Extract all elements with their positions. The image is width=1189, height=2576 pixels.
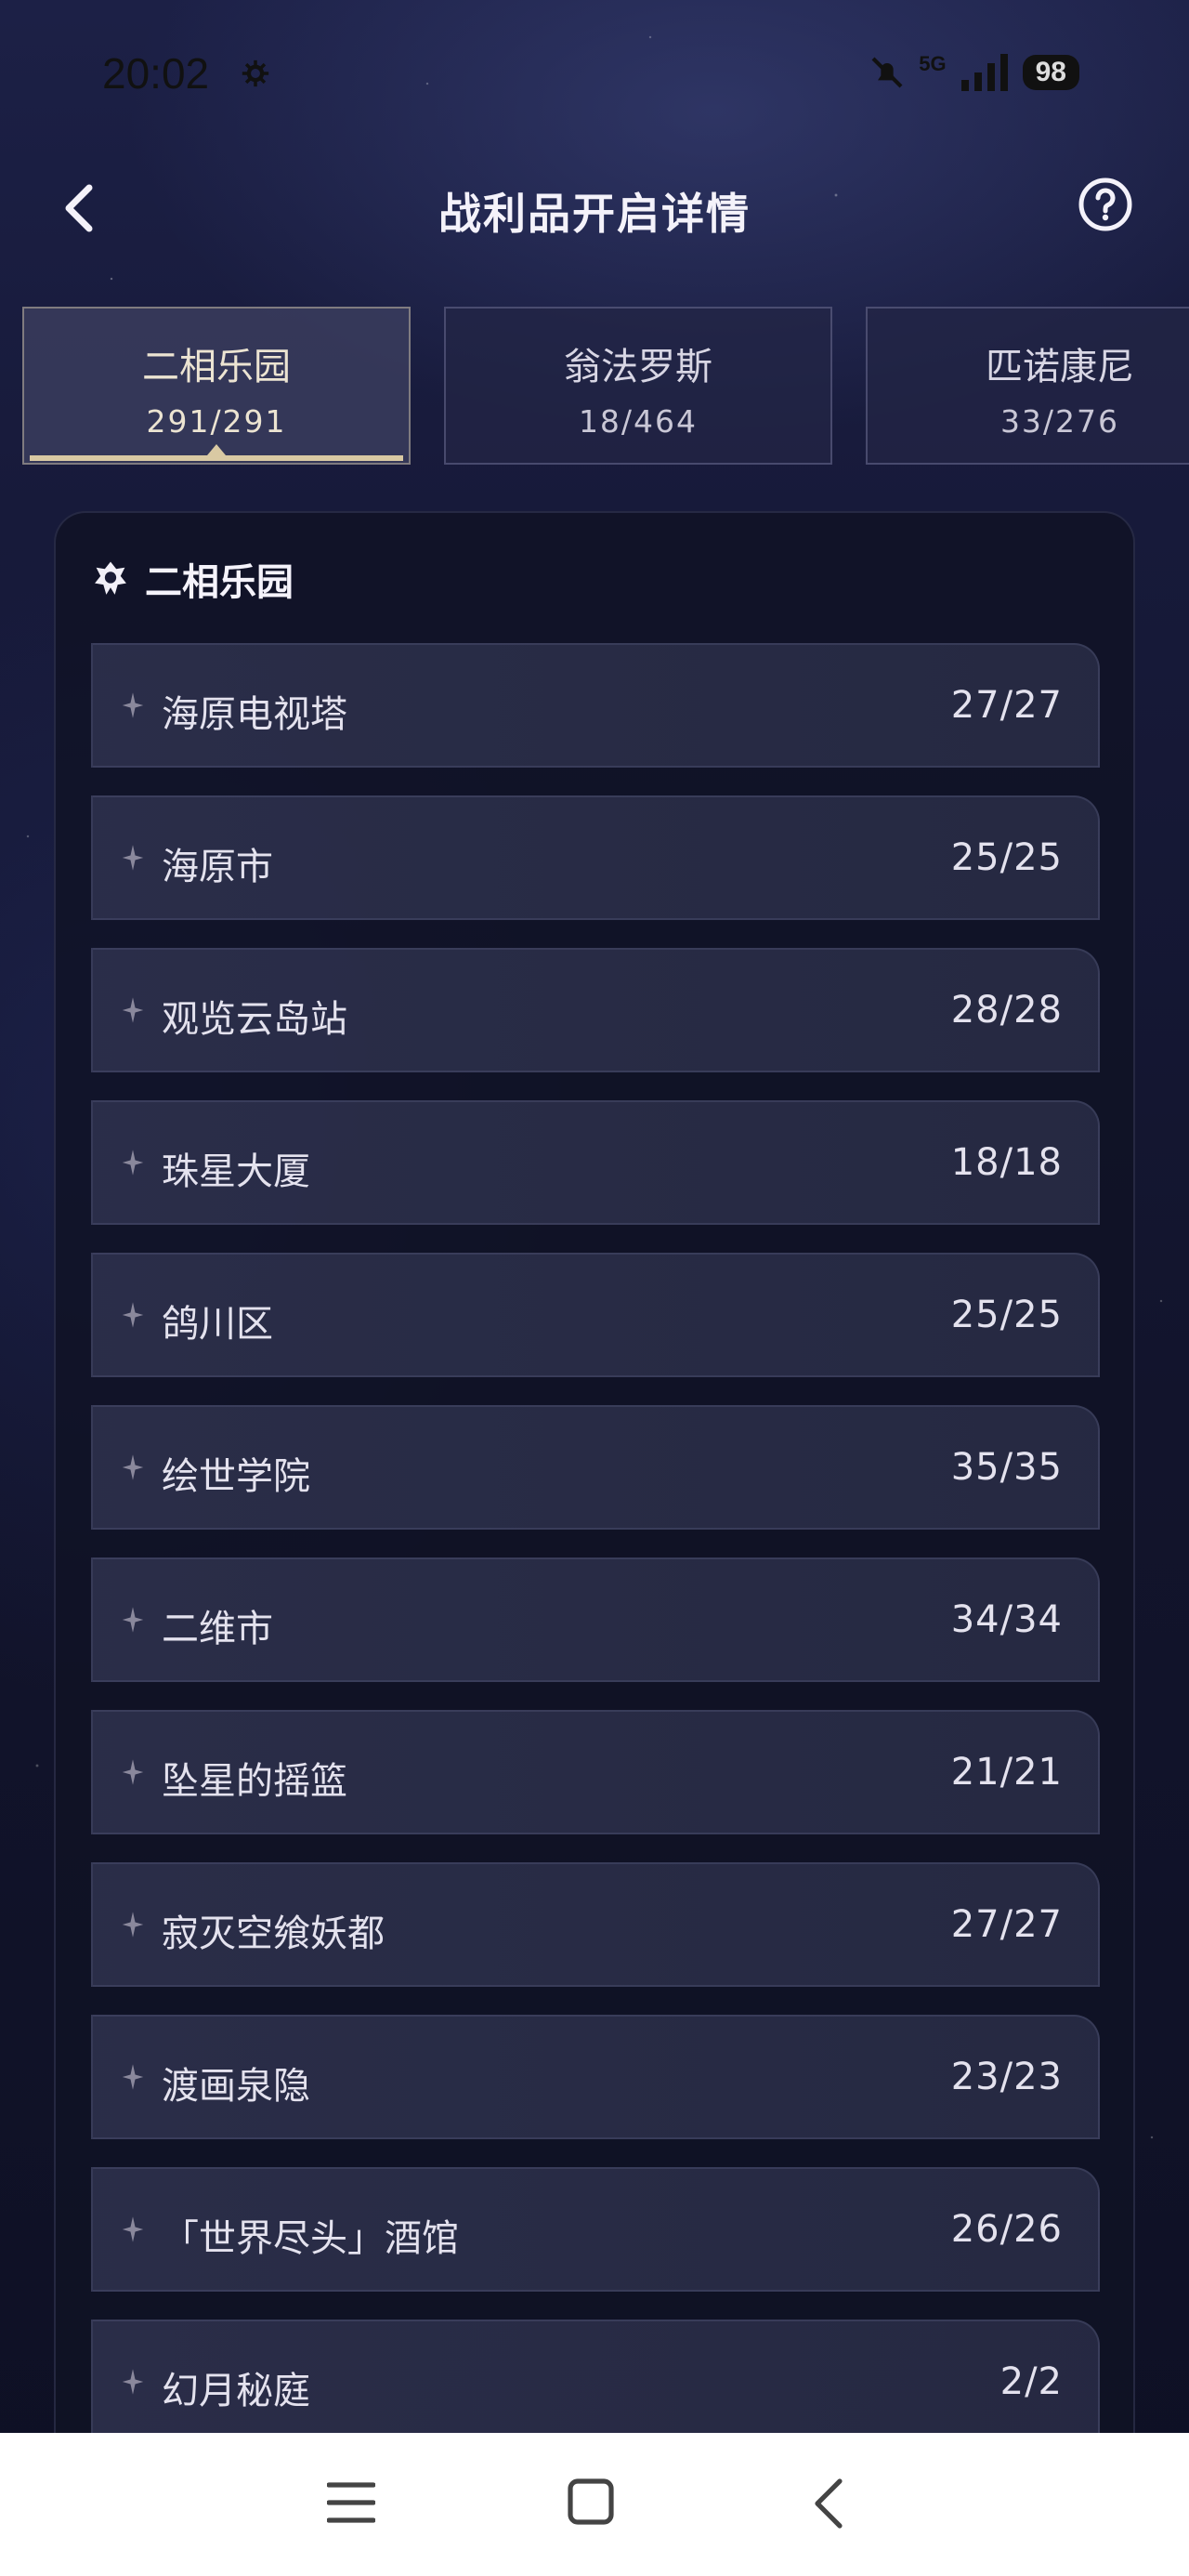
item-count: 2/2 xyxy=(1000,2360,1063,2403)
item-name: 二维市 xyxy=(162,1608,273,1650)
menu-icon[interactable] xyxy=(327,2481,375,2524)
help-button[interactable] xyxy=(1078,177,1133,232)
item-count: 35/35 xyxy=(950,1446,1063,1489)
list-item[interactable]: 鸽川区 25/25 xyxy=(91,1253,1100,1377)
item-count: 21/21 xyxy=(950,1751,1063,1794)
star-bullet-icon xyxy=(122,1912,144,1938)
world-tabs: 二相乐园 291/291 翁法罗斯 18/464 匹诺康尼 33/276 xyxy=(22,307,1189,467)
status-time: 20:02 xyxy=(102,49,210,98)
list-item[interactable]: 寂灭空飨妖都 27/27 xyxy=(91,1862,1100,1987)
item-name: 海原电视塔 xyxy=(162,693,347,736)
region-title: 二相乐园 xyxy=(145,561,294,604)
mute-bell-icon xyxy=(871,57,903,88)
signal-strength-icon xyxy=(960,54,1008,91)
star-bullet-icon xyxy=(122,2369,144,2395)
list-item[interactable]: 「世界尽头」酒馆 26/26 xyxy=(91,2167,1100,2292)
tab-count: 291/291 xyxy=(146,403,287,440)
star-bullet-icon xyxy=(122,1150,144,1176)
item-count: 25/25 xyxy=(950,1294,1063,1336)
item-count: 28/28 xyxy=(950,989,1063,1032)
item-name: 渡画泉隐 xyxy=(162,2065,310,2108)
home-square-icon[interactable] xyxy=(567,2477,615,2526)
star-bullet-icon xyxy=(122,1454,144,1480)
star-bullet-icon xyxy=(122,1607,144,1633)
tab-ersiang-park[interactable]: 二相乐园 291/291 xyxy=(22,307,411,465)
battery-level: 98 xyxy=(1022,55,1079,90)
item-count: 25/25 xyxy=(950,836,1063,879)
settings-gear-icon xyxy=(242,59,269,87)
list-item[interactable]: 二维市 34/34 xyxy=(91,1557,1100,1682)
tab-name: 二相乐园 xyxy=(142,346,291,388)
item-count: 27/27 xyxy=(950,1903,1063,1946)
star-bullet-icon xyxy=(122,692,144,718)
tab-count: 33/276 xyxy=(1000,403,1120,440)
page-title: 战利品开启详情 xyxy=(438,189,751,239)
tab-name: 翁法罗斯 xyxy=(564,346,712,388)
tab-penacony[interactable]: 匹诺康尼 33/276 xyxy=(866,307,1189,465)
star-bullet-icon xyxy=(122,2064,144,2090)
status-indicators: 5G 98 xyxy=(869,52,1079,93)
star-bullet-icon xyxy=(122,997,144,1023)
item-name: 观览云岛站 xyxy=(162,998,347,1041)
list-item[interactable]: 绘世学院 35/35 xyxy=(91,1405,1100,1530)
item-name: 「世界尽头」酒馆 xyxy=(162,2217,459,2260)
star-bullet-icon xyxy=(122,1759,144,1785)
tab-count: 18/464 xyxy=(578,403,699,440)
list-item[interactable]: 海原市 25/25 xyxy=(91,795,1100,920)
location-list: 海原电视塔 27/27 海原市 25/25 观览云岛站 28/28 珠星大厦 18/18 鸽川区… xyxy=(91,643,1100,2472)
item-name: 幻月秘庭 xyxy=(162,2370,310,2412)
tab-amphoreus[interactable]: 翁法罗斯 18/464 xyxy=(444,307,832,465)
active-tab-caret-icon xyxy=(207,444,226,455)
region-card: 二相乐园 海原电视塔 27/27 海原市 25/25 观览云岛站 28/28 珠星大厦 18/… xyxy=(54,511,1135,2576)
star-bullet-icon xyxy=(122,2216,144,2242)
item-count: 23/23 xyxy=(950,2056,1063,2098)
list-item[interactable]: 渡画泉隐 23/23 xyxy=(91,2015,1100,2139)
system-nav-bar xyxy=(0,2433,1189,2576)
list-item[interactable]: 珠星大厦 18/18 xyxy=(91,1100,1100,1225)
item-count: 27/27 xyxy=(950,684,1063,727)
tab-name: 匹诺康尼 xyxy=(986,346,1134,388)
region-emblem-icon xyxy=(95,561,126,595)
item-name: 海原市 xyxy=(162,846,273,888)
item-name: 绘世学院 xyxy=(162,1455,310,1498)
item-count: 18/18 xyxy=(950,1141,1063,1184)
region-header: 二相乐园 xyxy=(93,552,294,606)
page-header: 战利品开启详情 xyxy=(0,167,1189,251)
star-bullet-icon xyxy=(122,845,144,871)
item-name: 鸽川区 xyxy=(162,1303,273,1346)
list-item[interactable]: 海原电视塔 27/27 xyxy=(91,643,1100,768)
star-bullet-icon xyxy=(122,1302,144,1328)
item-name: 寂灭空飨妖都 xyxy=(162,1912,385,1955)
network-type: 5G xyxy=(919,52,947,75)
list-item[interactable]: 幻月秘庭 2/2 xyxy=(91,2320,1100,2444)
item-count: 34/34 xyxy=(950,1598,1063,1641)
list-item[interactable]: 观览云岛站 28/28 xyxy=(91,948,1100,1072)
item-count: 26/26 xyxy=(950,2208,1063,2251)
item-name: 坠星的摇篮 xyxy=(162,1760,347,1803)
back-chevron-icon[interactable] xyxy=(810,2477,847,2530)
list-item[interactable]: 坠星的摇篮 21/21 xyxy=(91,1710,1100,1834)
status-bar: 20:02 5G 98 xyxy=(0,0,1189,158)
item-name: 珠星大厦 xyxy=(162,1150,310,1193)
